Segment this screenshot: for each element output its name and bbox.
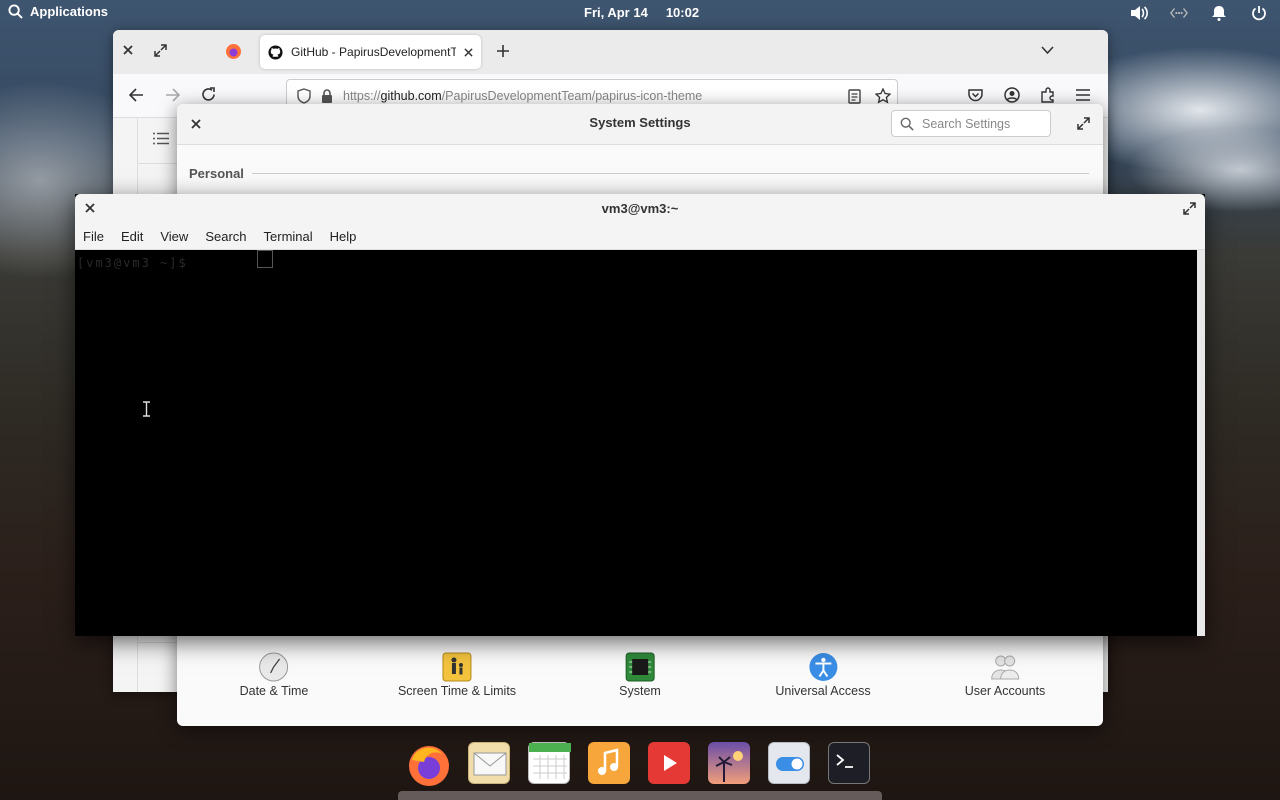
system-tray: [1130, 4, 1268, 22]
network-icon[interactable]: [1170, 4, 1188, 22]
hamburger-menu-icon[interactable]: [1076, 89, 1090, 101]
search-icon: [8, 4, 23, 19]
settings-item-label: Screen Time & Limits: [397, 684, 517, 698]
settings-item-label: Date & Time: [239, 684, 309, 698]
accessibility-icon: [809, 653, 837, 681]
ibeam-pointer-icon: [142, 401, 151, 417]
section-divider: [251, 173, 1089, 174]
pocket-icon[interactable]: [968, 88, 983, 102]
search-icon: [900, 117, 914, 131]
url-prefix: https://: [343, 89, 381, 103]
section-personal: Personal: [189, 166, 1089, 181]
url-domain: github.com: [380, 89, 442, 103]
search-settings-input[interactable]: Search Settings: [891, 110, 1051, 137]
new-tab-icon[interactable]: [496, 44, 510, 58]
photos-icon[interactable]: [708, 742, 750, 784]
close-icon[interactable]: [123, 45, 133, 55]
top-panel: Applications Fri, Apr 14 10:02: [0, 0, 1280, 26]
menu-search[interactable]: Search: [205, 229, 246, 244]
settings-item-label: System: [619, 684, 661, 698]
applications-menu[interactable]: Applications: [8, 4, 108, 19]
users-icon: [991, 655, 1020, 680]
settings-toggle-icon[interactable]: [768, 742, 810, 784]
settings-headerbar: System Settings Search Settings: [177, 104, 1103, 145]
text-cursor: [257, 250, 273, 268]
account-icon[interactable]: [1004, 87, 1020, 103]
time-label: 10:02: [665, 5, 700, 20]
github-icon: [268, 44, 283, 60]
menu-view[interactable]: View: [160, 229, 188, 244]
settings-item-screen-time[interactable]: Screen Time & Limits: [398, 652, 516, 698]
terminal-window: vm3@vm3:~ File Edit View Search Terminal…: [75, 194, 1205, 636]
lock-icon[interactable]: [321, 88, 333, 104]
terminal-titlebar: vm3@vm3:~: [75, 194, 1205, 223]
section-personal-label: Personal: [189, 166, 244, 181]
settings-item-label: Universal Access: [775, 684, 871, 698]
menu-help[interactable]: Help: [330, 229, 357, 244]
settings-item-user-accounts[interactable]: User Accounts: [964, 652, 1046, 698]
maximize-icon[interactable]: [1183, 202, 1196, 215]
back-icon[interactable]: [129, 88, 144, 102]
settings-items-row: Date & Time Screen Time & Limits System …: [177, 652, 1103, 702]
reader-view-icon[interactable]: [848, 89, 861, 104]
firefox-view-icon[interactable]: [225, 43, 242, 60]
calendar-icon[interactable]: [528, 742, 571, 784]
url-path: /PapirusDevelopmentTeam/papirus-icon-the…: [441, 89, 703, 103]
settings-item-date-time[interactable]: Date & Time: [239, 652, 309, 698]
shield-icon[interactable]: [297, 88, 311, 104]
page-list-icon[interactable]: [153, 132, 169, 145]
page-divider: [137, 642, 177, 643]
forward-icon[interactable]: [165, 88, 180, 102]
tab-title: GitHub - PapirusDevelopmentTeam: [291, 45, 456, 59]
notifications-icon[interactable]: [1210, 4, 1228, 22]
parental-controls-icon: [442, 652, 472, 682]
dock-shelf: [398, 791, 882, 800]
menu-terminal[interactable]: Terminal: [264, 229, 313, 244]
date-label: Fri, Apr 14: [584, 5, 648, 20]
shell-prompt: [vm3@vm3 ~]$: [77, 256, 188, 270]
menu-file[interactable]: File: [83, 229, 104, 244]
date-time-indicator[interactable]: Fri, Apr 14 10:02: [584, 5, 699, 20]
terminal-scrollbar[interactable]: [1197, 250, 1205, 636]
settings-item-universal-access[interactable]: Universal Access: [775, 652, 871, 698]
power-icon[interactable]: [1250, 4, 1268, 22]
search-placeholder: Search Settings: [922, 116, 1011, 131]
music-icon[interactable]: [588, 742, 630, 784]
applications-label: Applications: [30, 4, 109, 19]
tab-bar: GitHub - PapirusDevelopmentTeam: [113, 30, 1108, 74]
extensions-icon[interactable]: [1040, 87, 1056, 103]
clock-icon: [259, 652, 289, 682]
url-text: https://github.com/PapirusDevelopmentTea…: [343, 89, 702, 103]
tab-close-icon[interactable]: [464, 47, 473, 57]
terminal-menubar: File Edit View Search Terminal Help: [75, 223, 1205, 250]
volume-icon[interactable]: [1130, 4, 1148, 22]
bookmark-star-icon[interactable]: [875, 88, 891, 104]
mail-icon[interactable]: [468, 742, 510, 784]
list-tabs-chevron-icon[interactable]: [1041, 46, 1054, 55]
videos-icon[interactable]: [648, 742, 690, 784]
terminal-screen[interactable]: [vm3@vm3 ~]$: [75, 250, 1197, 636]
reload-icon[interactable]: [201, 87, 216, 102]
menu-edit[interactable]: Edit: [121, 229, 143, 244]
dock: [398, 738, 882, 800]
maximize-icon[interactable]: [154, 44, 167, 57]
maximize-icon[interactable]: [1077, 117, 1090, 130]
terminal-icon[interactable]: [828, 742, 870, 784]
chip-icon: [625, 652, 655, 682]
tab-github[interactable]: GitHub - PapirusDevelopmentTeam: [260, 35, 481, 69]
page-divider: [137, 163, 177, 164]
settings-item-system[interactable]: System: [619, 652, 661, 698]
terminal-title: vm3@vm3:~: [601, 201, 679, 216]
settings-item-label: User Accounts: [964, 684, 1046, 698]
firefox-icon[interactable]: [406, 742, 449, 786]
